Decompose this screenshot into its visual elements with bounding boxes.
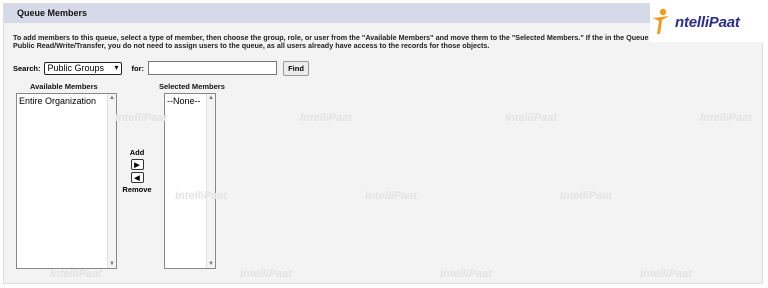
remove-label: Remove — [122, 185, 152, 194]
member-type-value: Public Groups — [47, 63, 105, 73]
scroll-down-icon[interactable]: ▼ — [207, 261, 215, 267]
search-input[interactable] — [148, 61, 278, 75]
arrow-left-icon: ◀ — [134, 174, 140, 182]
available-members-label: Available Members — [30, 82, 98, 91]
add-button[interactable]: ▶ — [130, 159, 144, 170]
section-header: Queue Members — [4, 4, 762, 23]
scrollbar[interactable]: ▲ ▼ — [206, 94, 215, 268]
section-title: Queue Members — [17, 8, 88, 18]
move-controls: Add ▶ ◀ Remove — [120, 148, 154, 194]
list-item[interactable]: Entire Organization — [19, 96, 96, 106]
selected-members-label: Selected Members — [159, 82, 225, 91]
scroll-up-icon[interactable]: ▲ — [207, 95, 215, 101]
scroll-up-icon[interactable]: ▲ — [108, 95, 116, 101]
scrollbar[interactable]: ▲ ▼ — [107, 94, 116, 268]
search-label: Search: — [13, 63, 41, 73]
find-button[interactable]: Find — [283, 60, 310, 76]
remove-button[interactable]: ◀ — [130, 172, 144, 183]
chevron-down-icon: ▾ — [114, 62, 119, 72]
intellipaat-logo: ntelliPaat — [650, 2, 765, 42]
logo-text: ntelliPaat — [675, 13, 740, 31]
for-label: for: — [131, 63, 145, 73]
selected-members-list[interactable]: --None-- ▲ ▼ — [164, 93, 216, 269]
person-icon — [653, 8, 669, 34]
instructions-text: To add members to this queue, select a t… — [13, 33, 657, 50]
list-item[interactable]: --None-- — [167, 96, 201, 106]
scroll-down-icon[interactable]: ▼ — [108, 261, 116, 267]
available-members-list[interactable]: Entire Organization ▲ ▼ — [16, 93, 117, 269]
add-label: Add — [129, 148, 145, 157]
member-type-select[interactable]: Public Groups ▾ — [43, 61, 122, 75]
search-row: Search: Public Groups ▾ for: Find — [13, 60, 310, 76]
arrow-right-icon: ▶ — [134, 161, 140, 169]
